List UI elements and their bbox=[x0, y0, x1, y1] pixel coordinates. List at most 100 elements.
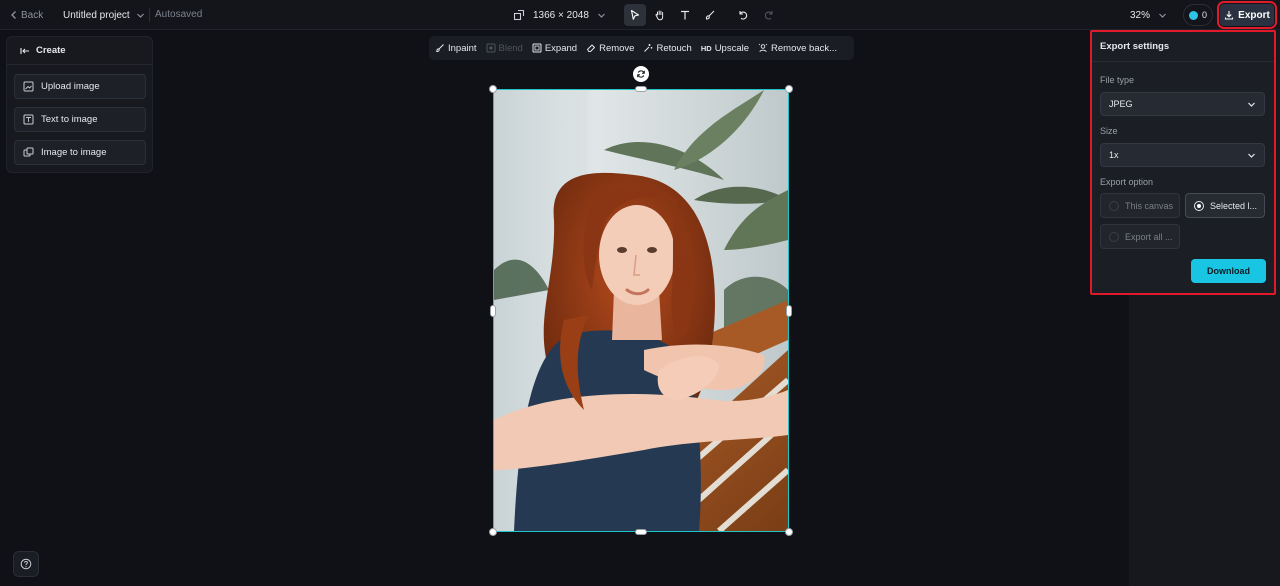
resize-handle-top[interactable] bbox=[635, 86, 647, 92]
resize-handle-bottom[interactable] bbox=[635, 529, 647, 535]
credit-coin-icon bbox=[1188, 10, 1198, 20]
file-type-value: JPEG bbox=[1109, 99, 1133, 109]
radio-icon bbox=[1109, 200, 1119, 211]
hand-icon bbox=[654, 9, 666, 21]
text-icon bbox=[679, 9, 691, 21]
back-label: Back bbox=[21, 9, 44, 21]
create-panel-header[interactable]: Create bbox=[7, 37, 152, 65]
download-icon bbox=[1224, 10, 1234, 20]
retouch-label: Retouch bbox=[656, 42, 692, 54]
brush-tool-button[interactable] bbox=[699, 4, 721, 26]
eraser-icon bbox=[586, 43, 596, 53]
autosave-status: Autosaved bbox=[155, 9, 203, 20]
option-this-canvas[interactable]: This canvas bbox=[1100, 193, 1180, 218]
radio-icon bbox=[1109, 231, 1119, 242]
redo-icon bbox=[763, 9, 775, 21]
export-button[interactable]: Export bbox=[1217, 1, 1277, 29]
hd-icon: HD bbox=[700, 43, 712, 53]
canvas-size-dropdown[interactable]: 1366 × 2048 bbox=[513, 4, 606, 26]
image-to-image-button[interactable]: Image to image bbox=[14, 140, 146, 165]
project-title-dropdown[interactable]: Untitled project bbox=[63, 7, 145, 23]
project-title: Untitled project bbox=[63, 9, 130, 21]
size-label: Size bbox=[1100, 126, 1118, 136]
resize-handle-bottom-right[interactable] bbox=[785, 528, 793, 536]
option-export-all[interactable]: Export all ... bbox=[1100, 224, 1180, 249]
resize-handle-left[interactable] bbox=[490, 305, 496, 317]
option-label: Export all ... bbox=[1125, 231, 1173, 242]
undo-icon bbox=[737, 9, 749, 21]
edit-toolbar: Inpaint Blend Expand Remove Retouch HD U… bbox=[429, 36, 854, 60]
option-label: This canvas bbox=[1125, 200, 1174, 211]
remove-background-label: Remove back... bbox=[771, 42, 838, 54]
blend-button[interactable]: Blend bbox=[486, 43, 529, 54]
top-bar: Back Untitled project Autosaved 1366 × 2… bbox=[0, 0, 1280, 30]
file-type-select[interactable]: JPEG bbox=[1100, 92, 1265, 116]
file-type-label: File type bbox=[1100, 75, 1135, 85]
remove-button[interactable]: Remove bbox=[586, 43, 640, 54]
remove-background-button[interactable]: Remove back... bbox=[758, 43, 843, 54]
canvas-image[interactable] bbox=[493, 89, 789, 532]
option-label: Selected l... bbox=[1210, 200, 1258, 211]
upload-image-icon bbox=[23, 81, 34, 92]
chevron-down-icon bbox=[1247, 100, 1256, 109]
text-to-image-button[interactable]: Text to image bbox=[14, 107, 146, 132]
resize-handle-right[interactable] bbox=[786, 305, 792, 317]
inpaint-icon bbox=[435, 43, 445, 53]
collapse-left-icon bbox=[20, 46, 30, 56]
divider bbox=[149, 8, 150, 22]
zoom-value: 32% bbox=[1130, 9, 1151, 21]
help-button[interactable] bbox=[13, 551, 39, 577]
upscale-label: Upscale bbox=[714, 42, 750, 54]
resize-handle-bottom-left[interactable] bbox=[489, 528, 497, 536]
sparkle-wand-icon bbox=[643, 43, 653, 53]
create-panel-title: Create bbox=[36, 45, 66, 56]
canvas-size-value: 1366 × 2048 bbox=[533, 9, 589, 21]
resize-handle-top-right[interactable] bbox=[785, 85, 793, 93]
credits-count: 0 bbox=[1201, 10, 1207, 20]
zoom-dropdown[interactable]: 32% bbox=[1130, 7, 1167, 23]
redo-button[interactable] bbox=[758, 4, 780, 26]
rotate-icon bbox=[636, 69, 646, 79]
chevron-down-icon bbox=[136, 11, 145, 20]
select-tool-button[interactable] bbox=[624, 4, 646, 26]
history-controls bbox=[732, 4, 780, 26]
expand-label: Expand bbox=[544, 42, 578, 54]
text-tool-button[interactable] bbox=[674, 4, 696, 26]
chevron-left-icon bbox=[10, 10, 18, 20]
upload-image-button[interactable]: Upload image bbox=[14, 74, 146, 99]
resize-icon bbox=[513, 9, 525, 21]
remove-label: Remove bbox=[599, 42, 635, 54]
upload-image-label: Upload image bbox=[41, 81, 100, 92]
credits-badge[interactable]: 0 bbox=[1183, 4, 1213, 26]
export-label: Export bbox=[1238, 9, 1270, 21]
inpaint-label: Inpaint bbox=[448, 42, 477, 54]
expand-icon bbox=[532, 43, 542, 53]
chevron-down-icon bbox=[1247, 151, 1256, 160]
chevron-down-icon bbox=[597, 11, 606, 20]
resize-handle-top-left[interactable] bbox=[489, 85, 497, 93]
rotate-handle[interactable] bbox=[633, 66, 649, 82]
undo-button[interactable] bbox=[732, 4, 754, 26]
option-selected-layers[interactable]: Selected l... bbox=[1185, 193, 1265, 218]
image-to-image-icon bbox=[23, 147, 34, 158]
pointer-icon bbox=[629, 9, 641, 21]
radio-selected-icon bbox=[1194, 200, 1204, 211]
export-settings-title: Export settings bbox=[1092, 32, 1274, 62]
inpaint-button[interactable]: Inpaint bbox=[435, 43, 483, 54]
brush-icon bbox=[704, 9, 716, 21]
retouch-button[interactable]: Retouch bbox=[643, 43, 697, 54]
back-button[interactable]: Back bbox=[10, 7, 43, 23]
blend-icon bbox=[486, 43, 496, 53]
upscale-button[interactable]: HD Upscale bbox=[701, 43, 755, 54]
expand-button[interactable]: Expand bbox=[532, 43, 583, 54]
size-value: 1x bbox=[1109, 150, 1119, 160]
export-option-label: Export option bbox=[1100, 177, 1154, 187]
hand-tool-button[interactable] bbox=[649, 4, 671, 26]
export-settings-panel: Export settings File type JPEG Size 1x E… bbox=[1090, 30, 1276, 295]
remove-background-icon bbox=[758, 43, 768, 53]
download-button[interactable]: Download bbox=[1191, 259, 1266, 283]
size-select[interactable]: 1x bbox=[1100, 143, 1265, 167]
blend-label: Blend bbox=[498, 42, 523, 54]
image-to-image-label: Image to image bbox=[41, 147, 107, 158]
question-icon bbox=[20, 558, 32, 570]
